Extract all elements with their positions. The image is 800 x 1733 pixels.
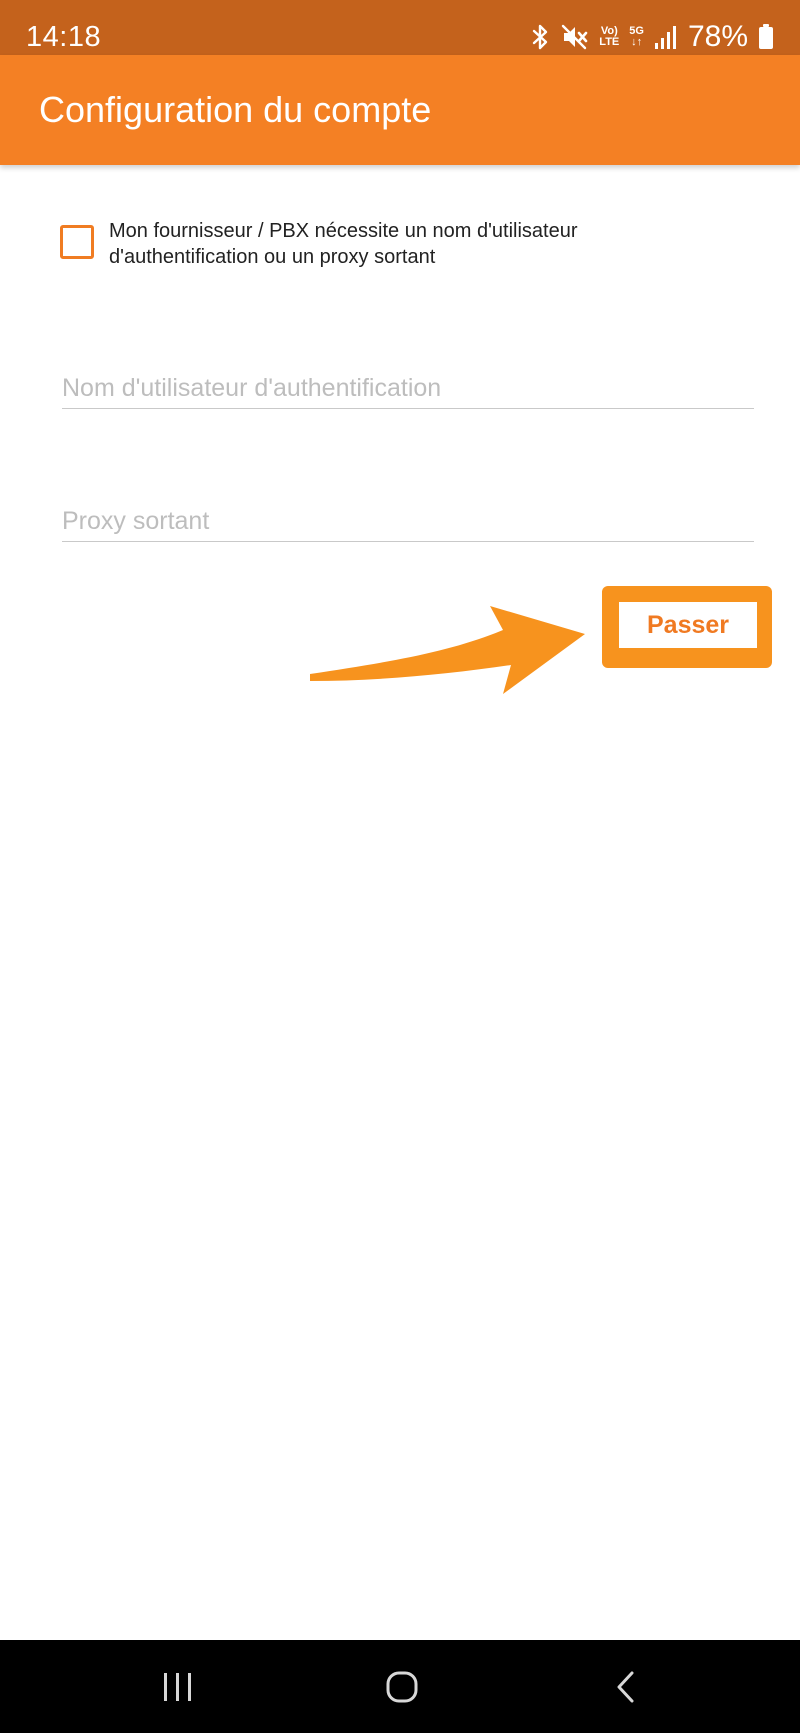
home-icon <box>386 1671 418 1702</box>
recent-apps-icon <box>164 1672 191 1701</box>
recent-apps-button[interactable] <box>118 1640 238 1733</box>
back-button[interactable] <box>566 1640 686 1733</box>
navigation-bar <box>0 1640 800 1733</box>
skip-highlight: Passer <box>602 586 772 668</box>
back-icon <box>617 1671 634 1702</box>
home-button[interactable] <box>342 1640 462 1733</box>
skip-button[interactable]: Passer <box>619 602 757 648</box>
